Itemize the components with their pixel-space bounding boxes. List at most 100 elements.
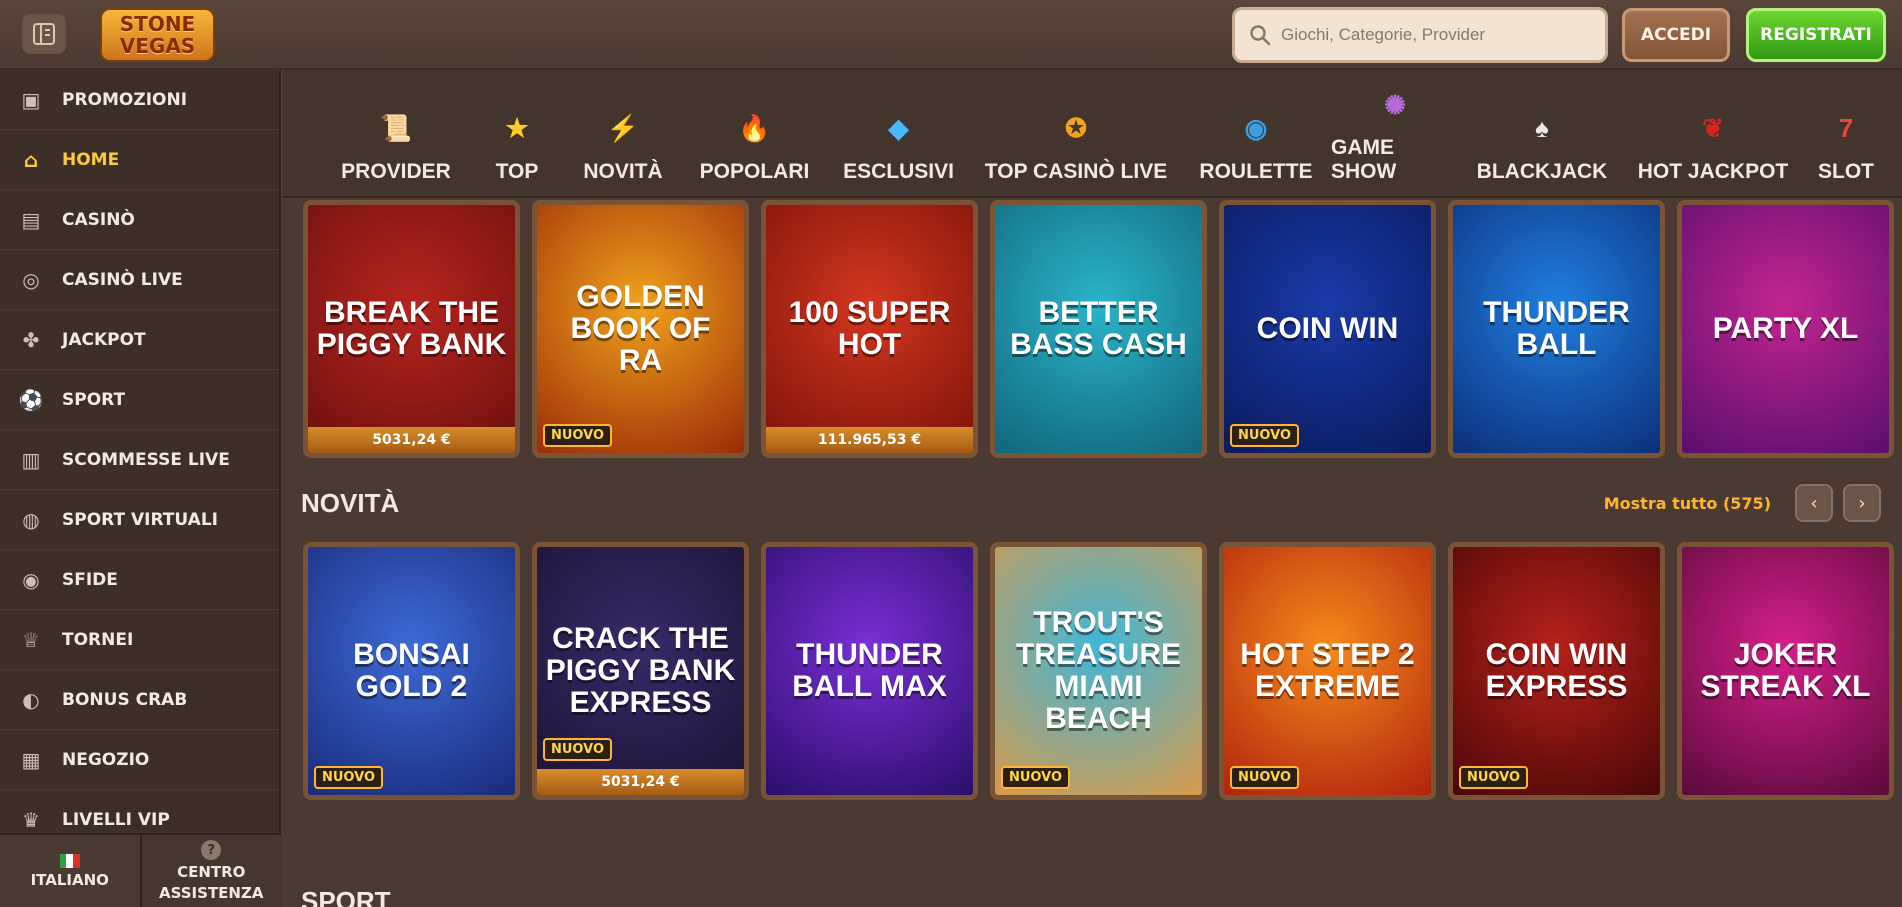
- sidebar-item-scommesse-live[interactable]: ▥ SCOMMESSE LIVE: [0, 430, 279, 490]
- language-selector[interactable]: ITALIANO: [0, 835, 140, 907]
- sidebar-item-negozio[interactable]: ▦ NEGOZIO: [0, 730, 279, 790]
- section-novita-title: NOVITÀ: [301, 487, 400, 518]
- sidebar-toggle-icon: [33, 23, 55, 45]
- sidebar-item-label: CASINÒ: [62, 209, 135, 230]
- category-tab-popolari[interactable]: 🔥 POPOLARI: [683, 84, 826, 196]
- category-label: TOP CASINÒ LIVE: [984, 160, 1168, 183]
- search-icon: [1250, 25, 1271, 46]
- sidebar-item-label: SPORT VIRTUALI: [62, 509, 218, 530]
- cards-icon: ♠: [1535, 112, 1549, 143]
- sidebar-item-label: SPORT: [62, 389, 126, 410]
- category-tab-top-casin-live[interactable]: ✪ TOP CASINÒ LIVE: [971, 84, 1181, 196]
- sidebar-item-label: SCOMMESSE LIVE: [62, 449, 230, 470]
- sidebar-item-casin-[interactable]: ▤ CASINÒ: [0, 190, 279, 250]
- chevron-right-icon: ›: [1858, 492, 1866, 514]
- game-tile[interactable]: JOKER STREAK XL: [1677, 542, 1894, 800]
- category-label: BLACKJACK: [1476, 160, 1608, 183]
- search-box[interactable]: [1232, 7, 1608, 63]
- game-title: BONSAI GOLD 2: [353, 638, 470, 703]
- game-title: GOLDEN BOOK OF RA: [570, 280, 711, 377]
- category-tab-novit-[interactable]: ⚡ NOVITÀ: [563, 84, 683, 196]
- show-all-link[interactable]: Mostra tutto (575): [1604, 494, 1771, 513]
- diamond-icon: ◆: [888, 112, 909, 143]
- game-tile[interactable]: TROUT'S TREASURE MIAMI BEACH NUOVO: [990, 542, 1207, 800]
- jackpot-amount: 111.965,53 €: [766, 427, 973, 453]
- category-label: ROULETTE: [1199, 160, 1313, 183]
- category-label: PROVIDER: [341, 160, 451, 183]
- sidebar-item-home[interactable]: ⌂ HOME: [0, 130, 279, 190]
- roulette-icon: ◉: [1244, 112, 1268, 143]
- game-tile[interactable]: BONSAI GOLD 2 NUOVO: [303, 542, 520, 800]
- category-tab-provider[interactable]: 📜 PROVIDER: [321, 84, 471, 196]
- game-title: HOT STEP 2 EXTREME: [1240, 638, 1415, 703]
- game-tile[interactable]: COIN WIN EXPRESS NUOVO: [1448, 542, 1665, 800]
- game-title: THUNDER BALL MAX: [792, 638, 947, 703]
- sidebar-item-label: TORNEI: [62, 629, 134, 650]
- game-tile[interactable]: CRACK THE PIGGY BANK EXPRESS 5031,24 € NUO…: [532, 542, 749, 800]
- sidebar-item-label: JACKPOT: [62, 329, 146, 350]
- italy-flag-icon: [59, 853, 80, 868]
- scroll-icon: 📜: [379, 112, 413, 143]
- game-tile[interactable]: THUNDER BALL: [1448, 200, 1665, 458]
- category-label: TOP: [495, 160, 539, 183]
- game-tile[interactable]: 100 SUPER HOT 111.965,53 €: [761, 200, 978, 458]
- category-tab-slot[interactable]: 7 SLOT: [1801, 84, 1891, 196]
- logo-line-1: STONE: [119, 12, 196, 36]
- sidebar-item-sport[interactable]: ⚽ SPORT: [0, 370, 279, 430]
- category-label: HOT JACKPOT: [1637, 160, 1789, 183]
- lightning-icon: ⚡: [606, 112, 640, 143]
- sidebar-item-sfide[interactable]: ◉ SFIDE: [0, 550, 279, 610]
- game-title: 100 SUPER HOT: [788, 296, 951, 361]
- prev-arrow-button[interactable]: ‹: [1795, 484, 1833, 522]
- game-tile[interactable]: THUNDER BALL MAX: [761, 542, 978, 800]
- new-badge: NUOVO: [1230, 424, 1300, 447]
- game-title: TROUT'S TREASURE MIAMI BEACH: [1015, 606, 1181, 735]
- game-tile[interactable]: PARTY XL: [1677, 200, 1894, 458]
- category-tab-top[interactable]: ★ TOP: [471, 84, 563, 196]
- sidebar-item-label: BONUS CRAB: [62, 689, 188, 710]
- sidebar-item-bonus-crab[interactable]: ◐ BONUS CRAB: [0, 670, 279, 730]
- sidebar-item-tornei[interactable]: ♕ TORNEI: [0, 610, 279, 670]
- sidebar-item-label: NEGOZIO: [62, 749, 150, 770]
- register-button[interactable]: REGISTRATI: [1746, 8, 1886, 62]
- sidebar-item-casin-live[interactable]: ◎ CASINÒ LIVE: [0, 250, 279, 310]
- slot-icon: 7: [1838, 112, 1854, 143]
- sidebar-item-jackpot[interactable]: ✤ JACKPOT: [0, 310, 279, 370]
- category-tab-game-show[interactable]: ✺ GAME SHOW: [1331, 84, 1459, 196]
- question-icon: ?: [201, 840, 222, 860]
- game-tile[interactable]: BETTER BASS CASH: [990, 200, 1207, 458]
- game-tile[interactable]: GOLDEN BOOK OF RA NUOVO: [532, 200, 749, 458]
- login-button[interactable]: ACCEDI: [1622, 8, 1730, 62]
- top-bar: STONE VEGAS ACCEDI REGISTRATI: [0, 0, 1902, 70]
- new-badge: NUOVO: [543, 738, 613, 761]
- sidebar-item-sport-virtuali[interactable]: ◍ SPORT VIRTUALI: [0, 490, 279, 550]
- section-novita-header: NOVITÀ Mostra tutto (575) ‹ ›: [301, 483, 1881, 523]
- game-tile[interactable]: COIN WIN NUOVO: [1219, 200, 1436, 458]
- sidebar-toggle-button[interactable]: [22, 14, 66, 54]
- category-tab-hot-jackpot[interactable]: ❦ HOT JACKPOT: [1625, 84, 1801, 196]
- home-icon: ⌂: [23, 147, 39, 172]
- category-tab-roulette[interactable]: ◉ ROULETTE: [1181, 84, 1331, 196]
- crab-icon: ◐: [22, 687, 40, 712]
- search-input[interactable]: [1281, 25, 1601, 45]
- next-arrow-button[interactable]: ›: [1843, 484, 1881, 522]
- stone-vegas-logo[interactable]: STONE VEGAS: [100, 8, 215, 62]
- jackpot-amount: 5031,24 €: [537, 769, 744, 795]
- sidebar-footer: ITALIANO ? CENTRO ASSISTENZA: [0, 833, 281, 907]
- sidebar-item-promozioni[interactable]: ▣ PROMOZIONI: [0, 70, 279, 130]
- casino-icon: ▤: [21, 207, 41, 232]
- category-label: SLOT: [1818, 160, 1874, 183]
- games-row-novita: BONSAI GOLD 2 NUOVO CRACK THE PIGGY BANK E…: [303, 542, 1894, 800]
- category-label: NOVITÀ: [583, 160, 663, 183]
- gift-icon: ▣: [21, 87, 41, 112]
- crown-icon: ♛: [22, 807, 40, 832]
- category-label: ESCLUSIVI: [843, 160, 954, 183]
- jackpot-icon: ✤: [22, 327, 40, 352]
- sidebar-item-label: PROMOZIONI: [62, 89, 188, 110]
- help-label-2: ASSISTENZA: [159, 884, 264, 902]
- category-tab-blackjack[interactable]: ♠ BLACKJACK: [1459, 84, 1625, 196]
- game-tile[interactable]: BREAK THE PIGGY BANK 5031,24 €: [303, 200, 520, 458]
- game-tile[interactable]: HOT STEP 2 EXTREME NUOVO: [1219, 542, 1436, 800]
- help-center-button[interactable]: ? CENTRO ASSISTENZA: [139, 835, 281, 907]
- category-tab-esclusivi[interactable]: ◆ ESCLUSIVI: [826, 84, 971, 196]
